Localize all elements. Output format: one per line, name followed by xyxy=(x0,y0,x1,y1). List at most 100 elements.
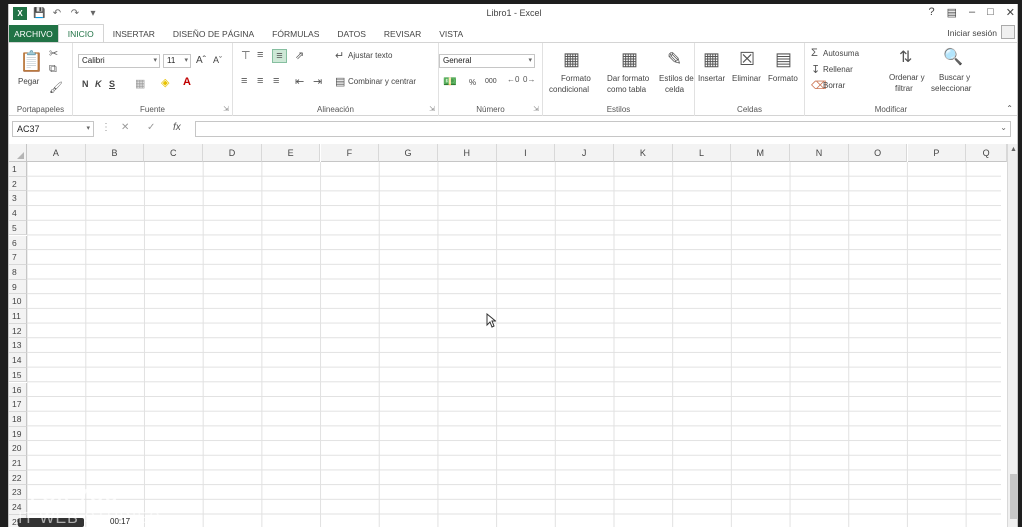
orientation-icon[interactable]: ⇗ xyxy=(295,49,304,62)
fill-color-icon[interactable]: ◈ xyxy=(161,76,169,89)
find-select-line1[interactable]: Buscar y xyxy=(939,73,970,82)
format-as-table-icon[interactable]: ▦ xyxy=(621,49,638,70)
merge-center-button[interactable]: Combinar y centrar xyxy=(348,77,416,86)
cancel-entry-button[interactable]: ✕ xyxy=(121,122,129,133)
row-header[interactable]: 4 xyxy=(9,206,27,221)
sort-filter-line1[interactable]: Ordenar y xyxy=(889,73,925,82)
row-header[interactable]: 13 xyxy=(9,338,27,354)
cell-styles-line1[interactable]: Estilos de xyxy=(659,74,694,83)
tab-review[interactable]: REVISAR xyxy=(375,25,430,43)
align-right-icon[interactable]: ≡ xyxy=(273,75,279,87)
sort-filter-icon[interactable]: ⇅ xyxy=(899,47,912,67)
column-header[interactable]: J xyxy=(555,144,614,162)
sign-in-link[interactable]: Iniciar sesión xyxy=(947,28,997,38)
row-header[interactable]: 3 xyxy=(9,191,27,207)
format-cells-icon[interactable]: ▤ xyxy=(775,49,792,70)
row-header[interactable]: 8 xyxy=(9,264,27,280)
percent-button[interactable]: % xyxy=(469,78,476,87)
conditional-format-icon[interactable]: ▦ xyxy=(563,49,580,70)
decrease-decimal-icon[interactable]: 0→ xyxy=(523,75,535,84)
name-box[interactable]: AC37 ▾ xyxy=(12,121,94,137)
align-top-icon[interactable]: ⊤ xyxy=(241,49,251,62)
select-all-button[interactable] xyxy=(9,144,27,162)
scroll-thumb[interactable] xyxy=(1010,474,1017,519)
restore-icon[interactable]: □ xyxy=(987,6,994,19)
format-as-table-line1[interactable]: Dar formato xyxy=(607,74,649,83)
cells-area[interactable] xyxy=(27,162,1001,527)
number-format-combo[interactable]: General ▾ xyxy=(439,54,535,68)
row-header[interactable]: 1 xyxy=(9,162,27,177)
column-header[interactable]: F xyxy=(320,144,380,162)
insert-function-button[interactable]: fx xyxy=(173,122,181,133)
copy-icon[interactable]: ⧉ xyxy=(49,63,57,76)
font-name-combo[interactable]: Calibri ▾ xyxy=(78,54,160,68)
tab-formulas[interactable]: FÓRMULAS xyxy=(263,25,328,43)
number-launcher-icon[interactable]: ⇲ xyxy=(533,105,539,113)
align-left-icon[interactable]: ≡ xyxy=(241,75,247,87)
increase-decimal-icon[interactable]: ←0 xyxy=(507,75,519,84)
grow-font-button[interactable]: Aˆ xyxy=(196,55,206,66)
alignment-launcher-icon[interactable]: ⇲ xyxy=(429,105,435,113)
help-icon[interactable]: ? xyxy=(928,6,934,19)
format-painter-icon[interactable]: 🖌 xyxy=(49,81,63,94)
row-header[interactable]: 17 xyxy=(9,397,27,412)
vertical-scrollbar[interactable]: ▲ xyxy=(1007,144,1017,527)
row-header[interactable]: 11 xyxy=(9,309,27,324)
column-header[interactable]: P xyxy=(907,144,967,162)
increase-indent-icon[interactable]: ⇥ xyxy=(313,75,322,88)
conditional-format-line1[interactable]: Formato xyxy=(561,74,591,83)
tab-view[interactable]: VISTA xyxy=(430,25,472,43)
row-header[interactable]: 5 xyxy=(9,220,27,236)
expand-formula-bar-icon[interactable]: ⌄ xyxy=(1000,123,1007,132)
column-header[interactable]: L xyxy=(672,144,732,162)
delete-cells-button[interactable]: Eliminar xyxy=(732,74,761,83)
row-header[interactable]: 12 xyxy=(9,323,27,339)
font-launcher-icon[interactable]: ⇲ xyxy=(223,105,229,113)
column-header[interactable]: C xyxy=(144,144,204,162)
row-header[interactable]: 23 xyxy=(9,485,27,501)
column-header[interactable]: Q xyxy=(966,144,1007,162)
row-header[interactable]: 22 xyxy=(9,470,27,486)
merge-center-icon[interactable]: ▤ xyxy=(335,75,345,88)
column-header[interactable]: D xyxy=(203,144,262,162)
column-header[interactable]: O xyxy=(848,144,908,162)
column-header[interactable]: G xyxy=(379,144,438,162)
close-icon[interactable]: ✕ xyxy=(1006,6,1015,19)
shrink-font-button[interactable]: Aˇ xyxy=(213,55,222,65)
sort-filter-line2[interactable]: filtrar xyxy=(895,84,913,93)
row-header[interactable]: 18 xyxy=(9,411,27,427)
collapse-ribbon-icon[interactable]: ⌃ xyxy=(1006,104,1013,113)
fill-button[interactable]: Rellenar xyxy=(823,65,853,74)
column-header[interactable]: E xyxy=(261,144,321,162)
underline-button[interactable]: S xyxy=(109,79,115,89)
column-header[interactable]: B xyxy=(85,144,145,162)
row-header[interactable]: 20 xyxy=(9,441,27,456)
tab-data[interactable]: DATOS xyxy=(328,25,375,43)
font-size-combo[interactable]: 11 ▾ xyxy=(163,54,191,68)
conditional-format-line2[interactable]: condicional xyxy=(549,85,589,94)
column-header[interactable]: I xyxy=(496,144,556,162)
cut-icon[interactable]: ✂ xyxy=(49,47,58,60)
row-header[interactable]: 15 xyxy=(9,367,27,383)
scroll-up-icon[interactable]: ▲ xyxy=(1010,146,1017,153)
align-bottom-icon[interactable]: ≡ xyxy=(272,49,287,63)
find-select-icon[interactable]: 🔍 xyxy=(943,47,963,67)
ribbon-display-icon[interactable]: ▤ xyxy=(947,6,957,19)
borders-icon[interactable]: ▦ xyxy=(135,77,145,90)
row-header[interactable]: 16 xyxy=(9,382,27,398)
delete-cells-icon[interactable]: ☒ xyxy=(739,49,755,70)
avatar[interactable] xyxy=(1001,25,1015,39)
column-header[interactable]: H xyxy=(437,144,497,162)
row-header[interactable]: 9 xyxy=(9,279,27,295)
column-header[interactable]: N xyxy=(790,144,849,162)
align-middle-icon[interactable]: ≡ xyxy=(257,49,263,61)
cell-styles-icon[interactable]: ✎ xyxy=(667,49,682,70)
cell-styles-line2[interactable]: celda xyxy=(665,85,684,94)
insert-cells-icon[interactable]: ▦ xyxy=(703,49,720,70)
decrease-indent-icon[interactable]: ⇤ xyxy=(295,75,304,88)
accounting-format-icon[interactable]: 💵 xyxy=(443,75,457,88)
font-color-icon[interactable]: A xyxy=(183,76,191,88)
autosum-icon[interactable]: Σ xyxy=(811,47,818,59)
insert-cells-button[interactable]: Insertar xyxy=(698,74,725,83)
format-cells-button[interactable]: Formato xyxy=(768,74,798,83)
